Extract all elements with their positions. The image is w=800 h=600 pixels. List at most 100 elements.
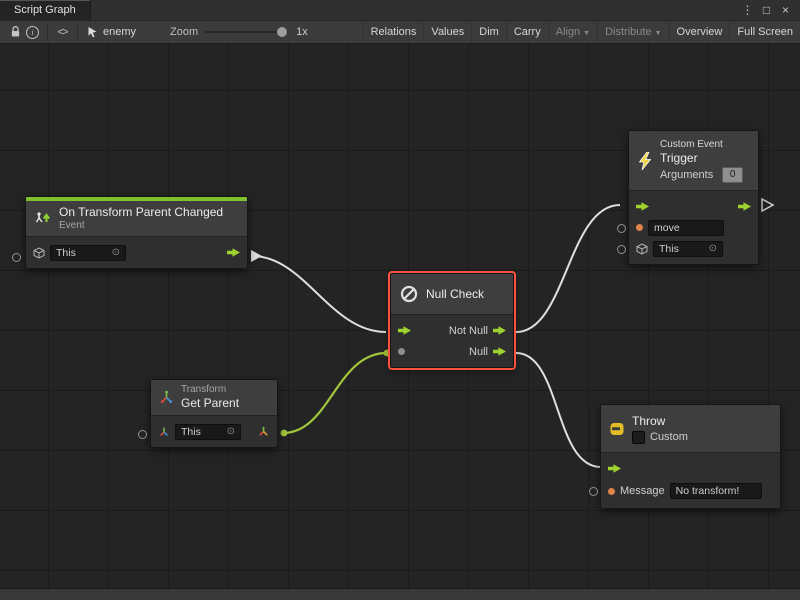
null-output-port[interactable] (493, 347, 506, 357)
not-null-label: Not Null (449, 325, 488, 337)
toolbar-buttons: Relations Values Dim Carry Align▼ Distri… (363, 21, 800, 43)
chevron-down-icon: ▼ (583, 30, 590, 37)
node-header: On Transform Parent Changed Event (26, 201, 247, 237)
null-check-icon (399, 284, 419, 304)
dim-button[interactable]: Dim (471, 21, 506, 43)
node-title: On Transform Parent Changed (59, 205, 223, 220)
value-input-port[interactable] (617, 224, 626, 233)
custom-checkbox[interactable] (632, 431, 645, 444)
node-category: Transform (181, 384, 239, 396)
graph-pointer-icon (84, 21, 101, 43)
maximize-icon[interactable]: □ (757, 3, 776, 17)
not-null-output-port[interactable] (493, 326, 506, 336)
gameobject-cube-icon (636, 243, 648, 255)
graph-name[interactable]: enemy (103, 26, 136, 38)
custom-label: Custom (650, 431, 688, 443)
node-title: Null Check (426, 287, 484, 302)
node-header: Custom Event Trigger Arguments 0 (629, 131, 758, 191)
tab-bar: Script Graph ⋮ □ × (0, 0, 800, 21)
graph-canvas[interactable]: On Transform Parent Changed Event This ⊙ (0, 44, 800, 588)
transform-icon (159, 390, 174, 405)
throw-icon (609, 421, 625, 437)
values-button[interactable]: Values (423, 21, 471, 43)
target-icon: ⊙ (709, 244, 717, 254)
zoom-label: Zoom (170, 26, 198, 38)
transform-output-port[interactable] (257, 425, 270, 438)
toolbar-separator (77, 25, 78, 39)
node-subtitle: Event (59, 220, 223, 232)
align-button[interactable]: Align▼ (548, 21, 597, 43)
arguments-label: Arguments (660, 169, 713, 181)
wire-event-to-nullcheck (252, 256, 386, 332)
graph-toolbar: i <> enemy Zoom 1x Relations Values Dim … (0, 21, 800, 44)
event-name-field[interactable]: move (648, 220, 724, 236)
script-graph-window: Script Graph ⋮ □ × i <> enemy Zoom 1x Re… (0, 0, 800, 600)
value-input-port[interactable] (398, 348, 405, 355)
transform-event-icon (34, 210, 52, 228)
node-title: Trigger (660, 151, 743, 166)
trigger-input-port[interactable] (636, 202, 649, 212)
transform-input-icon[interactable] (158, 426, 170, 438)
chevron-down-icon: ▼ (655, 30, 662, 37)
output-port-arrow-icon (762, 199, 773, 211)
menu-icon[interactable]: ⋮ (738, 3, 757, 17)
distribute-button[interactable]: Distribute▼ (597, 21, 668, 43)
node-title: Get Parent (181, 396, 239, 411)
node-title: Throw (632, 414, 688, 429)
node-get-parent[interactable]: Transform Get Parent This ⊙ (150, 379, 278, 448)
node-body: Not Null Null (391, 315, 513, 367)
string-input-port[interactable] (636, 224, 643, 231)
target-icon: ⊙ (227, 427, 235, 437)
value-input-port[interactable] (617, 245, 626, 254)
bottom-strip (0, 588, 800, 600)
lock-icon[interactable] (7, 21, 24, 43)
info-icon[interactable]: i (24, 21, 41, 43)
zoom-value: 1x (296, 26, 308, 38)
wire-notnull-to-customevent (516, 205, 620, 332)
trigger-input-port[interactable] (608, 464, 621, 474)
wire-null-to-throw (516, 353, 601, 467)
node-body: Message No transform! (601, 453, 780, 508)
value-input-port[interactable] (138, 430, 147, 439)
custom-event-bolt-icon (637, 152, 653, 170)
tab-title: Script Graph (14, 4, 76, 16)
node-header: Throw Custom (601, 405, 780, 453)
node-on-transform-parent-changed[interactable]: On Transform Parent Changed Event This ⊙ (25, 196, 248, 269)
relations-button[interactable]: Relations (363, 21, 424, 43)
trigger-input-port[interactable] (398, 326, 411, 336)
message-field[interactable]: No transform! (670, 483, 762, 499)
node-body: This ⊙ (26, 237, 247, 268)
toolbar-separator (47, 25, 48, 39)
window-controls: ⋮ □ × (738, 0, 800, 20)
gameobject-cube-icon (33, 247, 45, 259)
node-null-check[interactable]: Null Check Not Null Null (390, 273, 514, 368)
string-input-port[interactable] (608, 488, 615, 495)
zoom-slider-handle[interactable] (277, 27, 287, 37)
this-dropdown[interactable]: This ⊙ (50, 245, 126, 261)
node-header: Null Check (391, 274, 513, 315)
wire-getparent-to-nullcheck (283, 353, 387, 433)
arguments-count-field[interactable]: 0 (722, 167, 743, 183)
node-body: move This ⊙ (629, 191, 758, 264)
value-input-port[interactable] (589, 487, 598, 496)
target-icon: ⊙ (112, 248, 120, 258)
overview-button[interactable]: Overview (669, 21, 730, 43)
code-icon[interactable]: <> (54, 21, 71, 43)
node-header: Transform Get Parent (151, 380, 277, 416)
node-throw[interactable]: Throw Custom Message No transform! (600, 404, 781, 509)
carry-button[interactable]: Carry (506, 21, 548, 43)
close-icon[interactable]: × (776, 3, 795, 17)
node-category: Custom Event (660, 139, 743, 151)
value-input-port[interactable] (12, 253, 21, 262)
null-label: Null (469, 346, 488, 358)
node-custom-event[interactable]: Custom Event Trigger Arguments 0 move (628, 130, 759, 265)
trigger-output-port[interactable] (738, 202, 751, 212)
this-dropdown[interactable]: This ⊙ (175, 424, 241, 440)
trigger-output-port[interactable] (227, 248, 240, 258)
wire-start-arrow-icon (251, 250, 262, 262)
this-dropdown[interactable]: This ⊙ (653, 241, 723, 257)
message-label: Message (620, 485, 665, 497)
full-screen-button[interactable]: Full Screen (729, 21, 800, 43)
tab-script-graph[interactable]: Script Graph (0, 0, 91, 20)
zoom-slider[interactable] (205, 31, 289, 33)
